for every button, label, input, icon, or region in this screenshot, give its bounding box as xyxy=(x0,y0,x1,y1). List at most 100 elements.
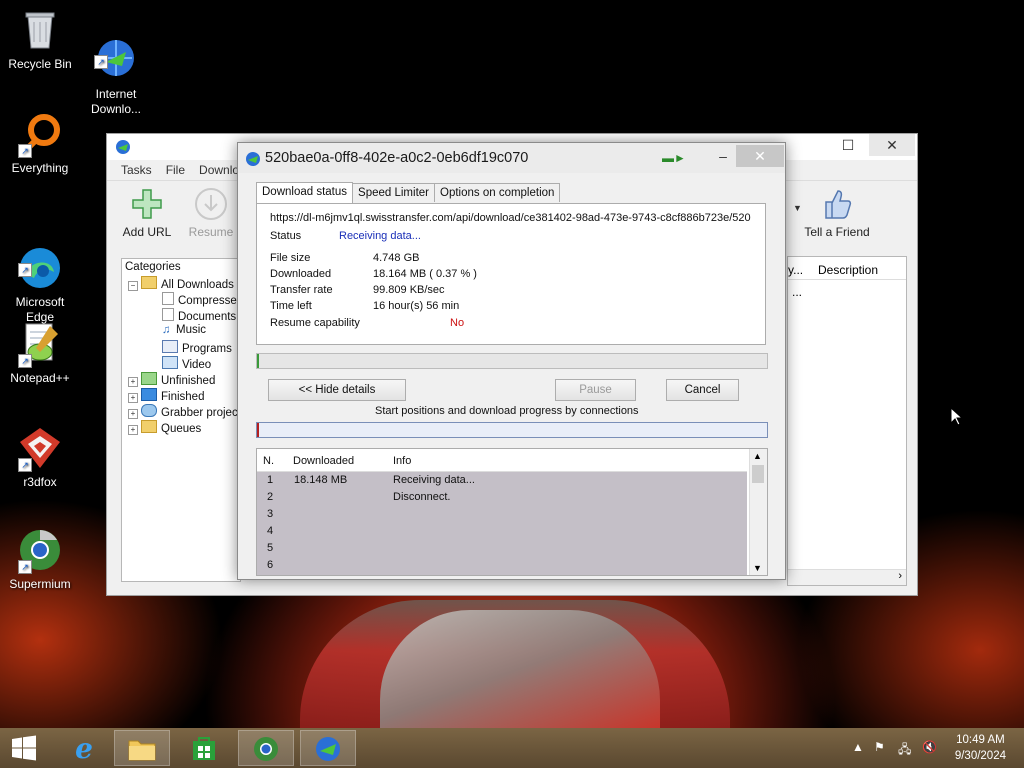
shortcut-arrow-icon: ↗ xyxy=(18,354,32,368)
category-all-downloads[interactable]: − All Downloads xyxy=(128,276,234,291)
desktop-icon-label: Internet Downlo... xyxy=(90,87,142,116)
connections-progress-fill xyxy=(257,423,259,437)
queue-folder-icon xyxy=(141,420,157,433)
expand-icon[interactable]: + xyxy=(128,425,138,435)
system-clock[interactable]: 10:49 AM 9/30/2024 xyxy=(955,732,1006,764)
file-explorer-folder-icon xyxy=(128,740,156,761)
category-unfinished[interactable]: + Unfinished xyxy=(128,372,215,387)
table-row-n: 2 xyxy=(267,491,274,503)
action-center-flag-icon[interactable]: ⚑ xyxy=(874,740,885,754)
connections-table: N. Downloaded Info 1 18.148 MB Receiving… xyxy=(256,448,768,576)
category-label: Music xyxy=(176,324,207,336)
collapse-icon[interactable]: − xyxy=(128,281,138,291)
column-header-info[interactable]: Info xyxy=(393,455,411,467)
show-hidden-icons-icon[interactable]: ▲ xyxy=(852,740,864,754)
column-header-description[interactable]: Description xyxy=(818,263,878,277)
category-documents[interactable]: Documents xyxy=(162,308,236,323)
file-size-value: 4.748 GB xyxy=(373,252,420,264)
clock-date: 9/30/2024 xyxy=(954,750,1006,762)
grabber-globe-icon xyxy=(141,404,157,417)
menu-tasks[interactable]: Tasks xyxy=(114,160,159,180)
desktop-icon-label: Recycle Bin xyxy=(8,57,72,71)
scroll-down-icon[interactable]: ▼ xyxy=(753,563,762,573)
category-queues[interactable]: + Queues xyxy=(128,420,201,435)
category-programs[interactable]: Programs xyxy=(162,340,232,355)
category-finished[interactable]: + Finished xyxy=(128,388,204,403)
expand-icon[interactable]: + xyxy=(128,409,138,419)
table-row-info: Disconnect. xyxy=(393,491,451,503)
category-video[interactable]: Video xyxy=(162,356,211,371)
desktop-icon-recycle-bin[interactable]: Recycle Bin xyxy=(0,6,80,72)
vertical-scrollbar[interactable]: ▲ ▼ xyxy=(749,449,767,575)
idm-globe-icon xyxy=(245,151,261,167)
wallpaper-figure-armor xyxy=(380,610,660,728)
scrollbar-thumb[interactable] xyxy=(752,465,764,483)
tab-options-on-completion[interactable]: Options on completion xyxy=(434,183,561,202)
taskbar-internet-download-manager[interactable] xyxy=(300,730,356,766)
taskbar-file-explorer[interactable] xyxy=(114,730,170,766)
status-label: Status xyxy=(270,230,302,242)
tell-a-friend-button[interactable]: Tell a Friend xyxy=(797,187,877,239)
list-item[interactable]: ... xyxy=(792,285,802,299)
category-label: Video xyxy=(182,359,212,371)
desktop-icon-label: r3dfox xyxy=(23,475,57,489)
document-icon xyxy=(162,308,174,321)
close-button[interactable]: ✕ xyxy=(869,134,915,156)
connections-progress-bar xyxy=(256,422,768,438)
taskbar-supermium[interactable] xyxy=(238,730,294,766)
scroll-up-icon[interactable]: ▲ xyxy=(753,451,762,461)
menu-file[interactable]: File xyxy=(159,160,192,180)
expand-icon[interactable]: + xyxy=(128,377,138,387)
minimize-to-tray-icon[interactable]: ▬► xyxy=(662,151,686,165)
category-grabber-projects[interactable]: + Grabber projec xyxy=(128,404,238,419)
hide-details-button[interactable]: << Hide details xyxy=(268,379,406,401)
overall-progress-fill xyxy=(257,354,259,368)
table-row-n: 6 xyxy=(267,559,274,571)
music-note-icon: ♫ xyxy=(162,324,171,336)
cancel-button[interactable]: Cancel xyxy=(666,379,739,401)
table-row-n: 5 xyxy=(267,542,274,554)
close-button[interactable]: ✕ xyxy=(736,145,784,167)
dropdown-arrow-icon[interactable]: ▼ xyxy=(793,203,802,213)
r3dfox-icon: ↗ xyxy=(16,424,64,472)
maximize-button[interactable]: ☐ xyxy=(825,134,871,156)
pause-button[interactable]: Pause xyxy=(555,379,636,401)
tab-download-status[interactable]: Download status xyxy=(256,182,354,204)
tab-speed-limiter[interactable]: Speed Limiter xyxy=(352,183,435,202)
recycle-bin-icon xyxy=(16,6,64,54)
downloaded-value: 18.164 MB ( 0.37 % ) xyxy=(373,268,477,280)
scroll-right-icon[interactable]: › xyxy=(898,570,902,582)
desktop-icon-internet-download-manager[interactable]: ↗ Internet Downlo... xyxy=(76,6,156,132)
shortcut-arrow-icon: ↗ xyxy=(18,458,32,472)
desktop-icon-r3dfox[interactable]: ↗ r3dfox xyxy=(0,424,80,490)
column-header-partial[interactable]: y... xyxy=(788,263,803,277)
dialog-titlebar: 520bae0a-0ff8-402e-a0c2-0eb6df19c070 ▬► … xyxy=(238,143,785,173)
mouse-cursor-icon xyxy=(950,406,964,429)
category-label: Compresse xyxy=(178,295,237,307)
column-header-n[interactable]: N. xyxy=(263,455,274,467)
network-icon[interactable]: 🖧 xyxy=(898,740,911,761)
category-music[interactable]: ♫ Music xyxy=(162,324,206,336)
add-url-button[interactable]: Add URL xyxy=(115,187,179,239)
supermium-icon xyxy=(254,737,278,761)
taskbar-internet-explorer[interactable]: e xyxy=(56,730,112,766)
start-button[interactable] xyxy=(0,730,48,766)
horizontal-scrollbar[interactable]: › xyxy=(788,569,906,585)
dialog-tabs: Download status Speed Limiter Options on… xyxy=(256,182,561,204)
desktop-icon-everything[interactable]: ↗ Everything xyxy=(0,110,80,176)
table-row-n: 4 xyxy=(267,525,274,537)
resume-button[interactable]: Resume xyxy=(179,187,243,239)
desktop-icon-supermium[interactable]: ↗ Supermium xyxy=(0,526,80,592)
taskbar-store[interactable] xyxy=(176,730,232,766)
expand-icon[interactable]: + xyxy=(128,393,138,403)
shortcut-arrow-icon: ↗ xyxy=(94,55,108,69)
desktop-icon-notepad-plus-plus[interactable]: ↗ Notepad++ xyxy=(0,320,80,386)
column-header-downloaded[interactable]: Downloaded xyxy=(293,455,354,467)
status-value: Receiving data... xyxy=(339,230,421,242)
resume-label: Resume xyxy=(188,225,234,239)
table-row-n: 1 xyxy=(267,474,274,486)
volume-muted-icon[interactable]: 🔇 xyxy=(922,740,937,754)
shortcut-arrow-icon: ↗ xyxy=(18,144,32,158)
desktop-icon-label: Everything xyxy=(11,161,69,175)
category-compressed[interactable]: Compresse xyxy=(162,292,237,307)
